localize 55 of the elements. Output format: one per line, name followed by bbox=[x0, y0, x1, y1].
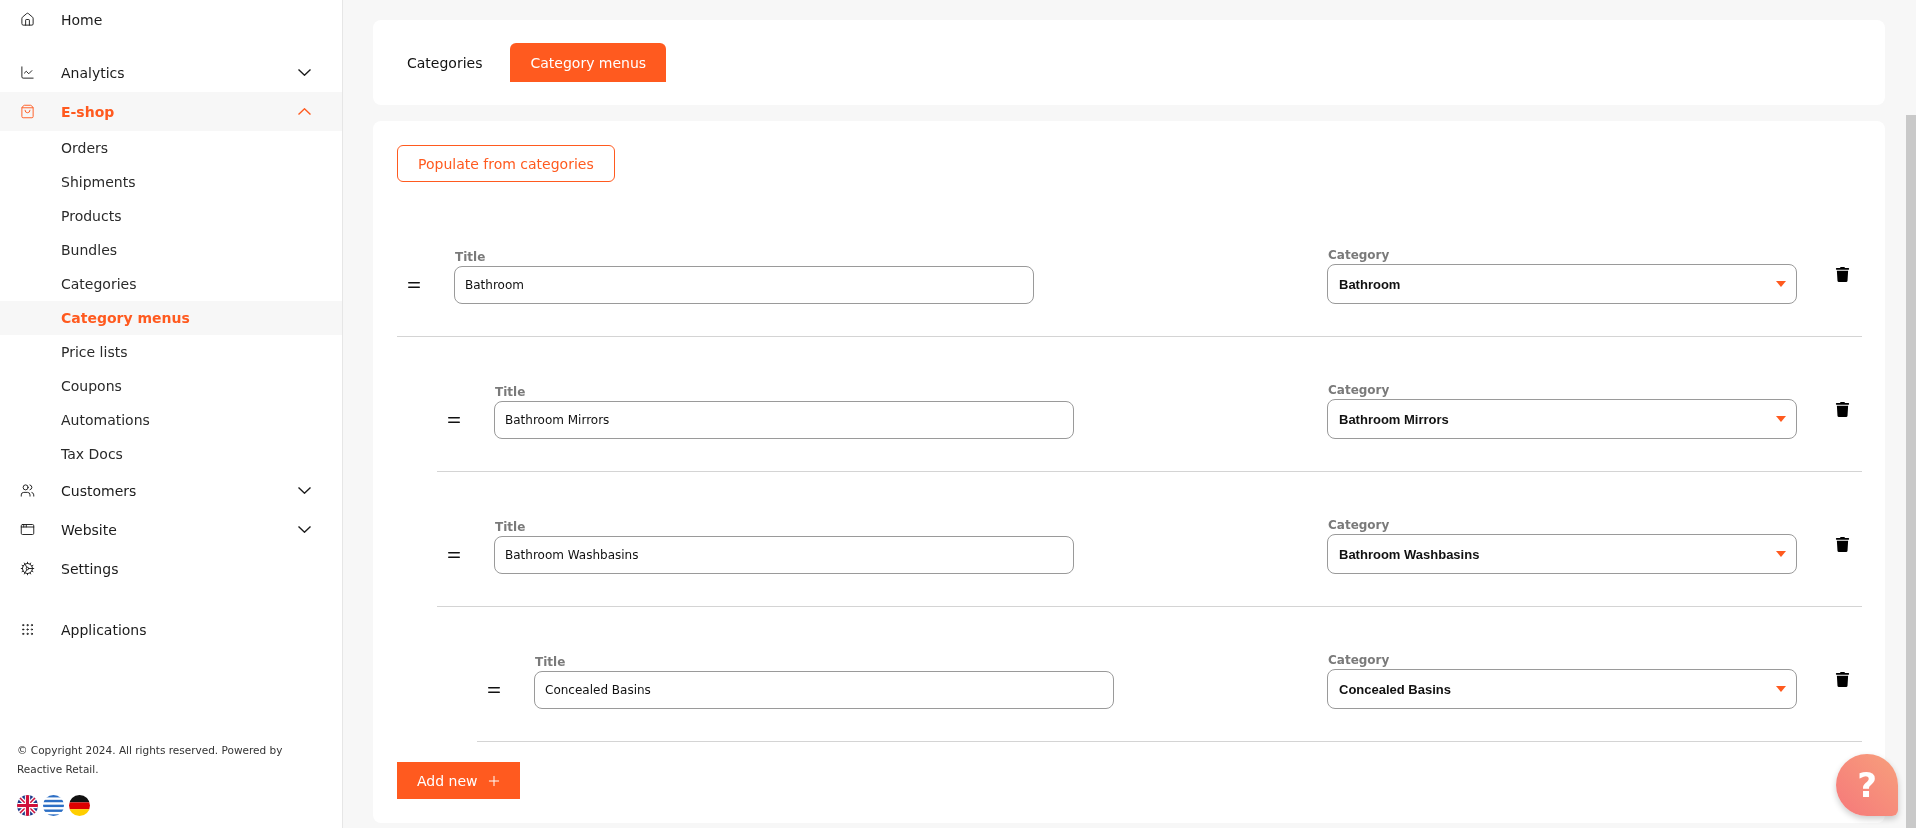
sidebar-icon bbox=[20, 104, 35, 119]
caret-icon bbox=[1776, 281, 1786, 287]
sidebar-icon bbox=[20, 12, 35, 27]
sidebar-item[interactable]: Home bbox=[0, 0, 342, 39]
sidebar-subitem[interactable]: Automations bbox=[0, 403, 342, 437]
sidebar-subitem[interactable]: Bundles bbox=[0, 233, 342, 267]
sidebar-icon bbox=[20, 65, 35, 80]
title-input[interactable]: Bathroom bbox=[454, 266, 1034, 304]
field-label: Title bbox=[534, 655, 567, 669]
trash-icon[interactable] bbox=[1835, 402, 1850, 417]
field-label: Title bbox=[454, 250, 487, 264]
field-label: Category bbox=[1327, 518, 1391, 532]
caret-icon bbox=[1776, 416, 1786, 422]
title-input[interactable]: Bathroom Mirrors bbox=[494, 401, 1074, 439]
field-label: Title bbox=[494, 385, 527, 399]
field-label: Category bbox=[1327, 653, 1391, 667]
sidebar-item[interactable]: Applications bbox=[0, 610, 342, 649]
sidebar-subitem[interactable]: Orders bbox=[0, 131, 342, 165]
sidebar-item[interactable]: Customers bbox=[0, 471, 342, 510]
tab[interactable]: Categories bbox=[387, 43, 503, 82]
chevron-down-icon bbox=[298, 487, 311, 494]
category-select[interactable]: Bathroom bbox=[1327, 264, 1797, 304]
sidebar-subitem[interactable]: Tax Docs bbox=[0, 437, 342, 471]
chevron-down-icon bbox=[298, 526, 311, 533]
sidebar-subitem[interactable]: Price lists bbox=[0, 335, 342, 369]
copyright-text: © Copyright 2024. All rights reserved. Powered by Reactive Retail. bbox=[17, 743, 284, 777]
sidebar-item[interactable]: Settings bbox=[0, 549, 342, 588]
category-select[interactable]: Concealed Basins bbox=[1327, 669, 1797, 709]
field-label: Category bbox=[1327, 383, 1391, 397]
chevron-up-icon bbox=[298, 108, 311, 115]
trash-icon[interactable] bbox=[1835, 537, 1850, 552]
sidebar-icon bbox=[20, 522, 35, 537]
category-select[interactable]: Bathroom Washbasins bbox=[1327, 534, 1797, 574]
trash-icon[interactable] bbox=[1835, 672, 1850, 687]
flag-icon[interactable] bbox=[17, 795, 38, 816]
sidebar-icon bbox=[20, 561, 35, 576]
field-label: Title bbox=[494, 520, 527, 534]
category-select[interactable]: Bathroom Mirrors bbox=[1327, 399, 1797, 439]
title-input[interactable]: Concealed Basins bbox=[534, 671, 1114, 709]
sidebar-subitem[interactable]: Shipments bbox=[0, 165, 342, 199]
sidebar-subitem[interactable]: Categories bbox=[0, 267, 342, 301]
sidebar-subitem[interactable]: Products bbox=[0, 199, 342, 233]
sidebar-subitem[interactable]: Coupons bbox=[0, 369, 342, 403]
title-input[interactable]: Bathroom Washbasins bbox=[494, 536, 1074, 574]
sidebar-icon bbox=[20, 483, 35, 498]
field-label: Category bbox=[1327, 248, 1391, 262]
chevron-down-icon bbox=[298, 69, 311, 76]
sidebar-item[interactable]: Website bbox=[0, 510, 342, 549]
caret-icon bbox=[1776, 551, 1786, 557]
scrollbar[interactable] bbox=[1906, 115, 1916, 828]
trash-icon[interactable] bbox=[1835, 267, 1850, 282]
sidebar-icon bbox=[20, 622, 35, 637]
sidebar-item[interactable]: Analytics bbox=[0, 53, 342, 92]
flag-icon[interactable] bbox=[69, 795, 90, 816]
caret-icon bbox=[1776, 686, 1786, 692]
